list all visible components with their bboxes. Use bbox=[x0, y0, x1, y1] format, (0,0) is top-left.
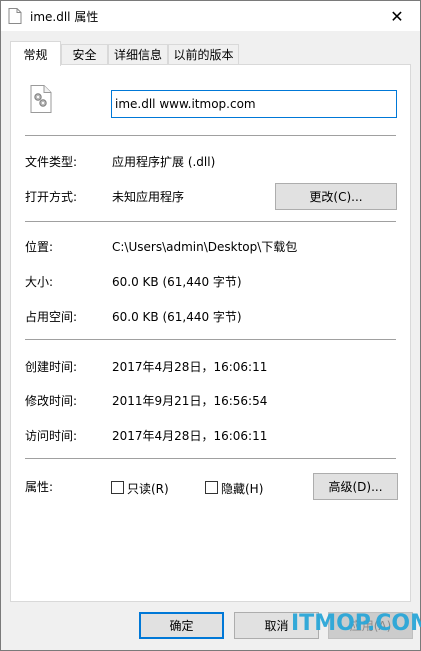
readonly-label[interactable]: 只读(R) bbox=[127, 480, 169, 497]
properties-window: ime.dll 属性 ✕ 常规 安全 详细信息 以前的版本 ime.dll ww… bbox=[0, 0, 421, 651]
file-type-label: 文件类型: bbox=[25, 155, 78, 169]
separator bbox=[25, 339, 396, 340]
created-label: 创建时间: bbox=[25, 360, 78, 374]
tab-details-label: 详细信息 bbox=[113, 48, 162, 62]
readonly-checkbox[interactable] bbox=[111, 481, 124, 494]
tab-security-label: 安全 bbox=[72, 48, 97, 62]
tab-general-label: 常规 bbox=[23, 47, 48, 62]
attributes-label: 属性: bbox=[25, 480, 54, 494]
dll-gear-icon bbox=[30, 85, 52, 113]
filename-input[interactable]: ime.dll www.itmop.com bbox=[111, 90, 397, 118]
change-button-label: 更改(C)... bbox=[309, 190, 363, 204]
size-on-disk-value: 60.0 KB (61,440 字节) bbox=[112, 310, 242, 324]
location-label: 位置: bbox=[25, 240, 54, 254]
opens-with-value: 未知应用程序 bbox=[112, 190, 185, 204]
size-on-disk-label: 占用空间: bbox=[25, 310, 78, 324]
ok-button[interactable]: 确定 bbox=[139, 612, 224, 639]
hidden-label[interactable]: 隐藏(H) bbox=[221, 480, 263, 497]
advanced-button[interactable]: 高级(D)... bbox=[313, 473, 398, 500]
modified-label: 修改时间: bbox=[25, 394, 78, 408]
tab-previous-versions-label: 以前的版本 bbox=[173, 48, 234, 62]
location-value: C:\Users\admin\Desktop\下载包 bbox=[112, 240, 298, 254]
opens-with-label: 打开方式: bbox=[25, 190, 78, 204]
cancel-button-label: 取消 bbox=[264, 619, 289, 633]
file-icon bbox=[8, 8, 22, 24]
separator bbox=[25, 135, 396, 136]
tab-general[interactable]: 常规 bbox=[10, 41, 61, 66]
file-type-value: 应用程序扩展 (.dll) bbox=[112, 155, 216, 169]
advanced-button-label: 高级(D)... bbox=[328, 480, 383, 494]
tab-details[interactable]: 详细信息 bbox=[108, 44, 168, 64]
general-panel: ime.dll www.itmop.com 文件类型: 应用程序扩展 (.dll… bbox=[10, 64, 411, 602]
close-button[interactable]: ✕ bbox=[374, 1, 420, 31]
size-label: 大小: bbox=[25, 275, 54, 289]
created-value: 2017年4月28日，16:06:11 bbox=[112, 360, 268, 374]
tab-security[interactable]: 安全 bbox=[61, 44, 108, 64]
ok-button-label: 确定 bbox=[169, 619, 194, 633]
window-title: ime.dll 属性 bbox=[30, 10, 99, 24]
itmop-watermark: ITMOP.COM bbox=[291, 611, 421, 636]
size-value: 60.0 KB (61,440 字节) bbox=[112, 275, 242, 289]
change-button[interactable]: 更改(C)... bbox=[275, 183, 397, 210]
hidden-checkbox[interactable] bbox=[205, 481, 218, 494]
modified-value: 2011年9月21日，16:56:54 bbox=[112, 394, 268, 408]
accessed-label: 访问时间: bbox=[25, 429, 78, 443]
close-icon: ✕ bbox=[390, 6, 404, 26]
title-bar[interactable]: ime.dll 属性 ✕ bbox=[1, 1, 420, 31]
accessed-value: 2017年4月28日，16:06:11 bbox=[112, 429, 268, 443]
separator bbox=[25, 458, 396, 459]
separator bbox=[25, 221, 396, 222]
tab-previous-versions[interactable]: 以前的版本 bbox=[168, 44, 239, 64]
